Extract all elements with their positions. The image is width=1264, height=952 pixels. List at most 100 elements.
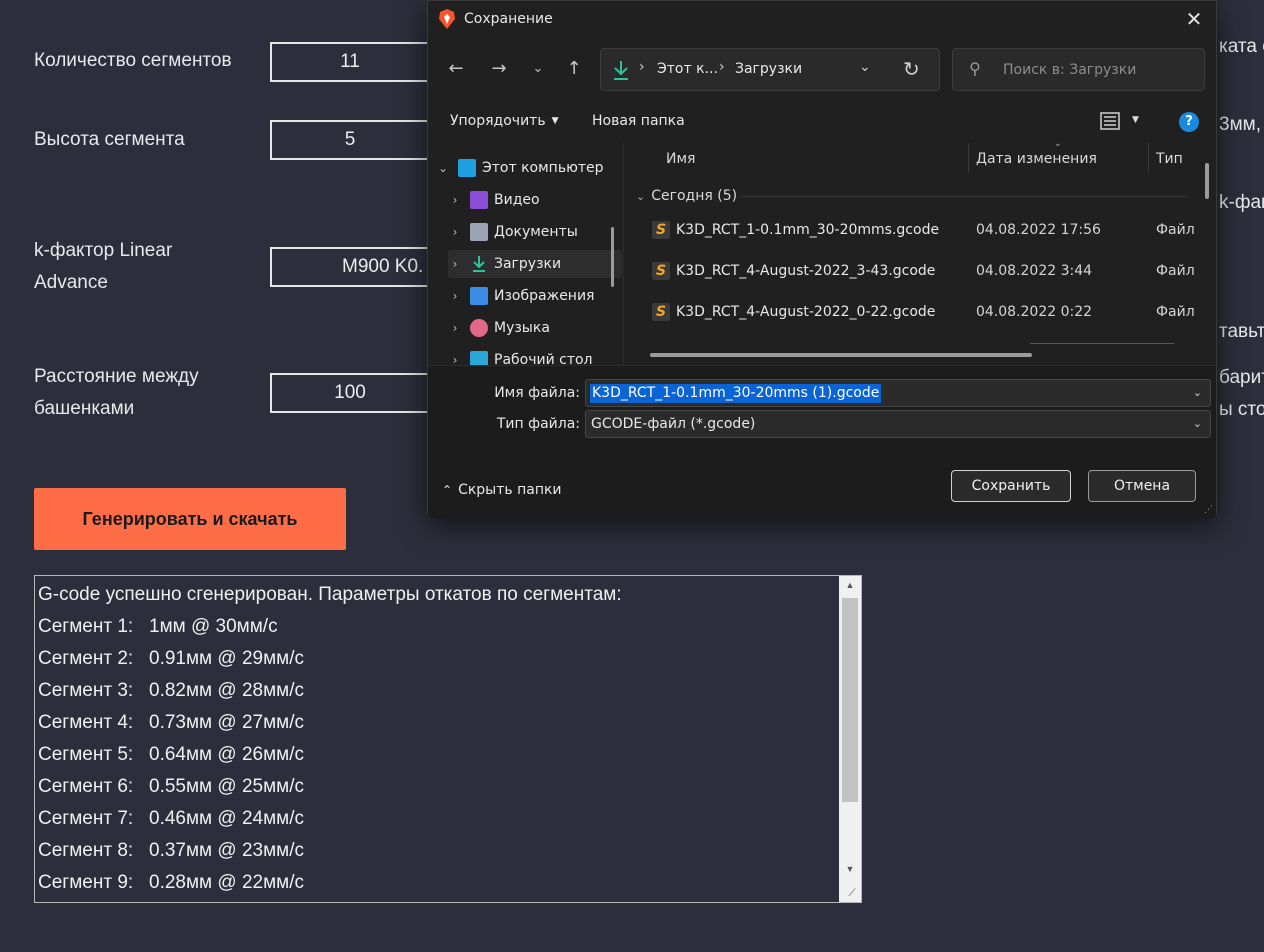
address-bar[interactable]: › Этот к... › Загрузки ⌄ ↻: [600, 48, 940, 91]
sublime-file-icon: S: [652, 303, 670, 321]
column-separator[interactable]: [1148, 143, 1149, 173]
file-type: Файл: [1156, 304, 1195, 320]
column-header-date[interactable]: Дата изменения: [976, 151, 1097, 167]
right-text-fragment: k-фак: [1219, 192, 1264, 213]
downloads-icon: [614, 61, 628, 80]
chevron-right-icon[interactable]: ›: [448, 353, 462, 365]
close-icon[interactable]: ✕: [1182, 7, 1206, 31]
log-scrollbar[interactable]: ▲ ▼ ⟋: [839, 576, 861, 902]
breadcrumb-this-pc[interactable]: Этот к...: [657, 61, 718, 77]
documents-icon: [470, 223, 488, 241]
organize-label: Упорядочить: [450, 113, 546, 129]
chevron-down-icon[interactable]: ⌄: [636, 190, 645, 203]
refresh-icon[interactable]: ↻: [903, 57, 920, 81]
dialog-title: Сохранение: [464, 11, 553, 27]
file-date: 04.08.2022 0:22: [976, 304, 1093, 320]
log-line: Сегмент 3: 0.82мм @ 28мм/с: [38, 680, 304, 701]
search-box[interactable]: ⚲ Поиск в: Загрузки: [952, 48, 1205, 91]
linear-advance-input[interactable]: M900 K0.: [270, 247, 430, 287]
navigation-bar: ← → ⌄ ↑ › Этот к... › Загрузки ⌄ ↻ ⚲ Пои…: [428, 37, 1216, 101]
filename-input[interactable]: K3D_RCT_1-0.1mm_30-20mms (1).gcode ⌄: [585, 379, 1211, 407]
chevron-down-icon[interactable]: ⌄: [1193, 417, 1202, 430]
tree-item-this-pc[interactable]: ⌄ Этот компьютер: [436, 154, 610, 182]
view-dropdown-caret-icon[interactable]: ▼: [1132, 115, 1139, 125]
chevron-right-icon[interactable]: ›: [448, 289, 462, 303]
chevron-right-icon[interactable]: ›: [448, 193, 462, 207]
log-line: Сегмент 4: 0.73мм @ 27мм/с: [38, 712, 304, 733]
tower-distance-input[interactable]: 100: [270, 373, 430, 413]
file-name: K3D_RCT_4-August-2022_3-43.gcode: [676, 263, 936, 279]
tower-distance-label: Расстояние между башенками: [34, 361, 199, 425]
right-text-fragment: тавьт: [1219, 321, 1264, 342]
segment-height-input[interactable]: 5: [270, 120, 430, 160]
back-arrow-icon[interactable]: ←: [442, 55, 470, 83]
horizontal-track: [1030, 343, 1174, 344]
forward-arrow-icon[interactable]: →: [485, 55, 513, 83]
help-icon[interactable]: ?: [1179, 112, 1199, 132]
chevron-down-icon[interactable]: ⌄: [1193, 386, 1202, 399]
address-dropdown-chevron-icon[interactable]: ⌄: [859, 59, 871, 75]
resize-grip-icon[interactable]: ⋰: [1204, 506, 1213, 515]
linear-advance-label: k-фактор Linear Advance: [34, 235, 172, 299]
file-date: 04.08.2022 17:56: [976, 222, 1101, 238]
segment-height-label: Высота сегмента: [34, 129, 185, 150]
chevron-up-icon: ⌃: [442, 483, 453, 497]
log-line: Сегмент 9: 0.28мм @ 22мм/с: [38, 872, 304, 893]
resize-grip-icon[interactable]: ⟋: [844, 887, 860, 901]
hide-folders-button[interactable]: ⌃ Скрыть папки: [442, 482, 562, 498]
organize-menu-button[interactable]: Упорядочить ▼: [450, 113, 559, 129]
video-icon: [470, 191, 488, 209]
chevron-down-icon[interactable]: ⌄: [436, 161, 450, 175]
dialog-footer: Имя файла: K3D_RCT_1-0.1mm_30-20mms (1).…: [428, 365, 1216, 518]
tree-item-documents[interactable]: › Документы: [448, 218, 622, 246]
up-arrow-icon[interactable]: ↑: [560, 55, 588, 83]
generate-download-button[interactable]: Генерировать и скачать: [34, 488, 346, 550]
scroll-down-arrow-icon[interactable]: ▼: [839, 860, 861, 878]
tree-item-pictures[interactable]: › Изображения: [448, 282, 622, 310]
tree-item-downloads[interactable]: › Загрузки: [448, 250, 622, 278]
new-folder-button[interactable]: Новая папка: [592, 113, 685, 129]
filetype-value: GCODE-файл (*.gcode): [591, 416, 756, 432]
filename-label: Имя файла:: [494, 385, 580, 401]
file-list-vertical-scrollbar[interactable]: [1205, 163, 1209, 199]
chevron-right-icon[interactable]: ›: [448, 257, 462, 271]
view-options-icon[interactable]: [1100, 111, 1120, 131]
file-type: Файл: [1156, 222, 1195, 238]
file-row[interactable]: S K3D_RCT_4-August-2022_0-22.gcode 04.08…: [626, 293, 1206, 333]
chevron-right-icon[interactable]: ›: [448, 225, 462, 239]
tree-item-desktop[interactable]: › Рабочий стол: [448, 346, 622, 365]
log-textarea[interactable]: G-code успешно сгенерирован. Параметры о…: [34, 575, 862, 903]
tree-item-video[interactable]: › Видео: [448, 186, 622, 214]
cancel-button[interactable]: Отмена: [1088, 470, 1196, 502]
column-header-name[interactable]: Имя: [666, 151, 695, 167]
column-header-type[interactable]: Тип: [1156, 151, 1183, 167]
group-header-today[interactable]: ⌄ Сегодня (5): [636, 188, 737, 204]
recent-locations-chevron-icon[interactable]: ⌄: [524, 55, 552, 83]
save-button[interactable]: Сохранить: [951, 470, 1071, 502]
log-line: G-code успешно сгенерирован. Параметры о…: [38, 584, 622, 605]
right-text-fragment: 3мм,: [1219, 114, 1261, 135]
tree-item-music[interactable]: › Музыка: [448, 314, 622, 342]
group-label: Сегодня (5): [651, 188, 738, 204]
scroll-up-arrow-icon[interactable]: ▲: [839, 576, 861, 594]
pc-icon: [458, 159, 476, 177]
segments-count-input[interactable]: 11: [270, 42, 430, 82]
scrollbar-thumb[interactable]: [842, 598, 858, 802]
chevron-right-icon[interactable]: ›: [448, 321, 462, 335]
tree-scrollbar[interactable]: [611, 227, 614, 287]
column-separator[interactable]: [968, 143, 969, 173]
tower-distance-label-line2: башенками: [34, 398, 135, 419]
caret-down-icon: ▼: [551, 116, 559, 126]
log-line: Сегмент 1: 1мм @ 30мм/с: [38, 616, 278, 637]
file-row[interactable]: S K3D_RCT_1-0.1mm_30-20mms.gcode 04.08.2…: [626, 211, 1206, 251]
breadcrumb-downloads[interactable]: Загрузки: [735, 61, 802, 77]
log-line: Сегмент 6: 0.55мм @ 25мм/с: [38, 776, 304, 797]
file-row[interactable]: S K3D_RCT_4-August-2022_3-43.gcode 04.08…: [626, 252, 1206, 292]
sublime-file-icon: S: [652, 262, 670, 280]
tree-item-label: Этот компьютер: [482, 160, 604, 176]
downloads-icon: [473, 256, 485, 272]
filetype-select[interactable]: GCODE-файл (*.gcode) ⌄: [585, 410, 1211, 438]
file-list-horizontal-scrollbar[interactable]: [650, 353, 1032, 357]
file-name: K3D_RCT_4-August-2022_0-22.gcode: [676, 304, 936, 320]
save-dialog: Сохранение ✕ ← → ⌄ ↑ › Этот к... › Загру…: [427, 0, 1217, 518]
